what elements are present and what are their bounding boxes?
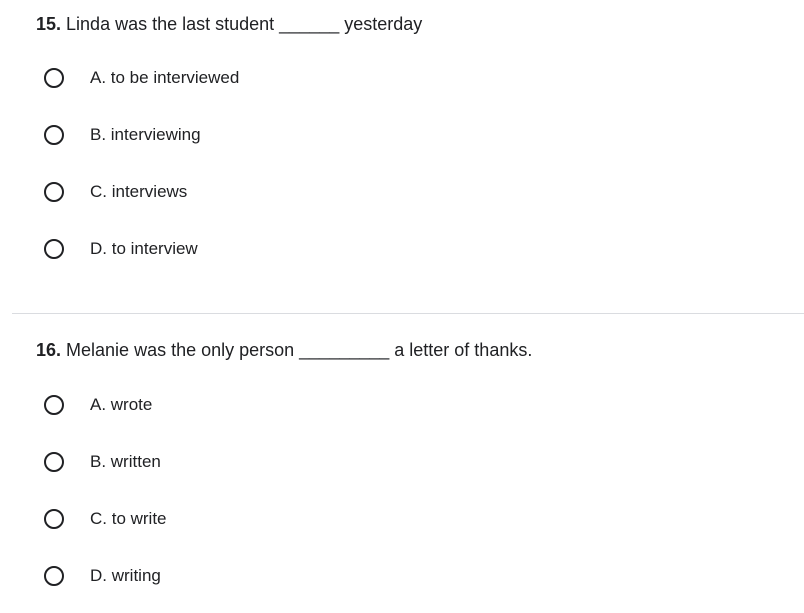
radio-button-icon[interactable]: [44, 509, 64, 529]
radio-button-icon[interactable]: [44, 239, 64, 259]
question-text: Linda was the last student ______ yester…: [61, 14, 423, 34]
option-label: A. wrote: [90, 395, 153, 414]
option-d[interactable]: D. to interview: [36, 234, 436, 264]
option-a[interactable]: A. to be interviewed: [36, 63, 436, 93]
question-number: 15.: [36, 14, 62, 34]
question-text: Melanie was the only person _________ a …: [61, 340, 533, 360]
option-c[interactable]: C. interviews: [36, 177, 436, 207]
radio-button-icon[interactable]: [44, 395, 64, 415]
radio-button-icon[interactable]: [44, 566, 64, 586]
question-title: 15. Linda was the last student ______ ye…: [36, 12, 422, 36]
radio-button-icon[interactable]: [44, 452, 64, 472]
radio-button-icon[interactable]: [44, 125, 64, 145]
option-label: B. interviewing: [90, 125, 201, 144]
option-label: C. to write: [90, 509, 167, 528]
option-b[interactable]: B. interviewing: [36, 120, 436, 150]
radio-button-icon[interactable]: [44, 182, 64, 202]
question-number: 16.: [36, 340, 62, 360]
option-label: B. written: [90, 452, 161, 471]
question-title: 16. Melanie was the only person ________…: [36, 338, 532, 362]
option-label: A. to be interviewed: [90, 68, 240, 87]
option-b[interactable]: B. written: [36, 447, 436, 477]
option-label: D. to interview: [90, 239, 198, 258]
option-a[interactable]: A. wrote: [36, 390, 436, 420]
option-c[interactable]: C. to write: [36, 504, 436, 534]
option-d[interactable]: D. writing: [36, 561, 436, 591]
option-label: D. writing: [90, 566, 161, 585]
radio-button-icon[interactable]: [44, 68, 64, 88]
option-label: C. interviews: [90, 182, 188, 201]
question-divider: [12, 313, 804, 314]
